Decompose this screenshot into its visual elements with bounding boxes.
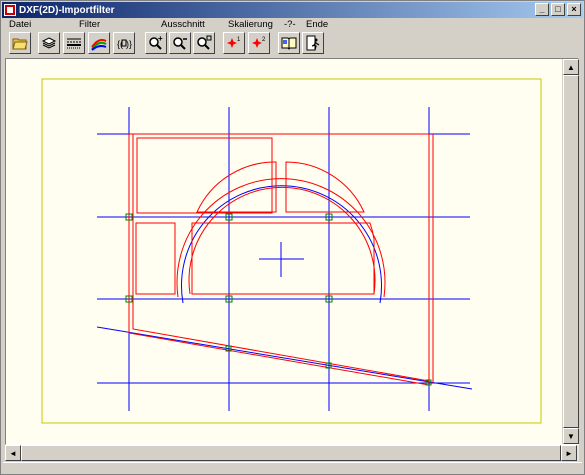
scale-2-icon: 2	[252, 37, 266, 48]
attributes-icon: {( )}	[117, 39, 132, 49]
svg-text:+: +	[158, 35, 163, 43]
zoom-window-button[interactable]	[193, 32, 215, 54]
vertical-scrollbar[interactable]: ▲ ▼	[562, 59, 579, 444]
help-button[interactable]	[278, 32, 300, 54]
menu-datei[interactable]: Datei	[9, 19, 31, 30]
exit-icon	[306, 35, 320, 51]
menu-skalierung[interactable]: Skalierung	[228, 19, 273, 30]
paper-background	[6, 59, 578, 444]
vertical-scroll-thumb[interactable]	[563, 75, 579, 428]
toolbar: {( )} + 1 2	[5, 32, 581, 56]
app-window: DXF(2D)-Importfilter _ □ × Datei Filter …	[0, 0, 585, 475]
colors-button[interactable]	[88, 32, 110, 54]
status-bar	[3, 462, 582, 474]
title-bar: DXF(2D)-Importfilter _ □ ×	[2, 2, 583, 18]
svg-text:1: 1	[237, 37, 241, 43]
menu-bar: Datei Filter Ausschnitt Skalierung -?- E…	[1, 18, 584, 32]
layers-icon	[41, 37, 57, 49]
menu-help[interactable]: -?-	[284, 19, 296, 30]
layers-button[interactable]	[38, 32, 60, 54]
maximize-button[interactable]: □	[551, 3, 565, 16]
drawing-area[interactable]: ▲ ▼	[5, 58, 579, 445]
zoom-out-button[interactable]	[169, 32, 191, 54]
help-book-icon	[281, 37, 297, 50]
scroll-left-button[interactable]: ◄	[5, 445, 21, 461]
scale-2-button[interactable]: 2	[248, 32, 270, 54]
scale-1-button[interactable]: 1	[223, 32, 245, 54]
menu-filter[interactable]: Filter	[79, 19, 100, 30]
open-folder-icon	[12, 38, 28, 50]
zoom-out-icon	[173, 37, 187, 50]
linetype-button[interactable]	[63, 32, 85, 54]
svg-text:)}: )}	[126, 39, 132, 49]
horizontal-scroll-thumb[interactable]	[21, 445, 561, 461]
scroll-right-button[interactable]: ►	[561, 445, 577, 461]
zoom-in-icon: +	[149, 35, 163, 50]
zoom-window-icon	[197, 35, 212, 50]
menu-ausschnitt[interactable]: Ausschnitt	[161, 19, 205, 30]
open-button[interactable]	[9, 32, 31, 54]
colors-icon	[91, 38, 107, 51]
dxf-preview[interactable]	[6, 59, 578, 444]
attributes-button[interactable]: {( )}	[113, 32, 135, 54]
linetype-icon	[67, 38, 81, 49]
app-icon	[4, 4, 16, 16]
scale-1-icon: 1	[227, 37, 241, 48]
horizontal-scrollbar[interactable]: ◄ ►	[5, 445, 579, 461]
window-title: DXF(2D)-Importfilter	[19, 4, 115, 16]
minimize-button[interactable]: _	[535, 3, 549, 16]
zoom-in-button[interactable]: +	[145, 32, 167, 54]
scroll-up-button[interactable]: ▲	[563, 59, 579, 75]
svg-text:2: 2	[262, 37, 266, 43]
scroll-down-button[interactable]: ▼	[563, 428, 579, 444]
menu-ende[interactable]: Ende	[306, 19, 328, 30]
close-button[interactable]: ×	[567, 3, 581, 16]
exit-button[interactable]	[302, 32, 324, 54]
